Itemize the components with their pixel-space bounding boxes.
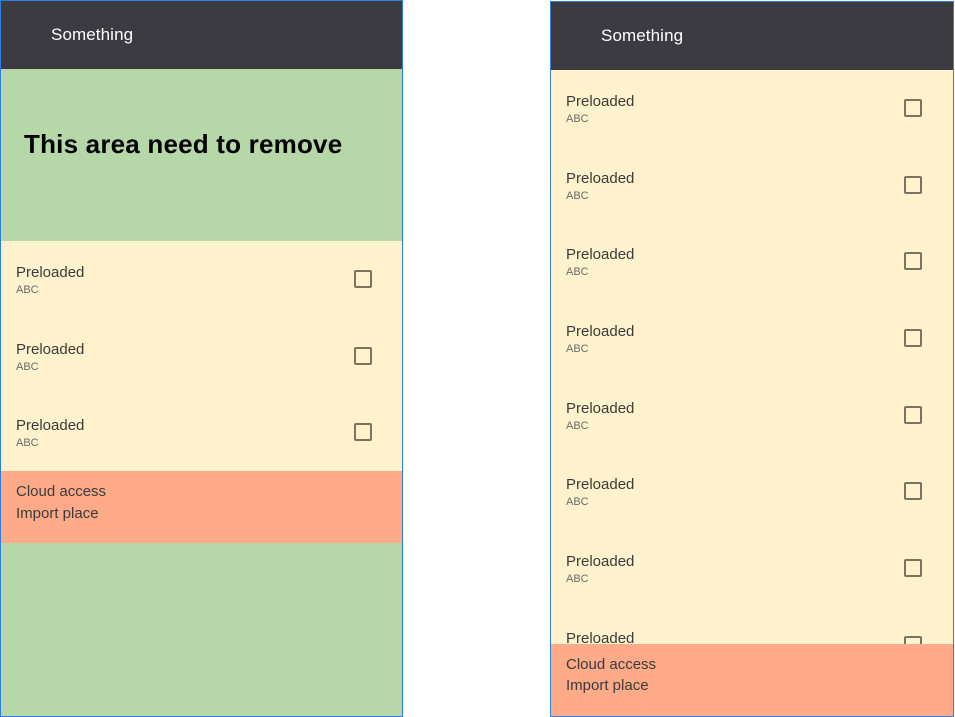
app-bar-title: Something	[601, 26, 684, 45]
header-text: This area need to remove	[24, 129, 343, 159]
preloaded-list: Preloaded ABC Preloaded ABC Preloaded AB…	[1, 241, 402, 471]
checkbox[interactable]	[904, 99, 922, 117]
checkbox[interactable]	[354, 423, 372, 442]
list-item-subtitle: ABC	[16, 437, 39, 450]
list-item[interactable]: Preloaded ABC	[551, 453, 953, 530]
list-item-title: Preloaded	[16, 340, 85, 358]
list-item-subtitle: ABC	[566, 189, 589, 202]
list-item[interactable]: Preloaded ABC	[551, 607, 953, 644]
list-item-title: Preloaded	[566, 246, 635, 264]
app-bar: Something	[1, 1, 402, 69]
header-area: This area need to remove	[1, 69, 402, 241]
import-place-link[interactable]: Import place	[566, 677, 649, 694]
app-bar: Something	[551, 2, 953, 70]
list-item-subtitle: ABC	[566, 266, 589, 279]
checkbox[interactable]	[354, 346, 372, 365]
list-item[interactable]: Preloaded ABC	[1, 241, 402, 318]
list-item-subtitle: ABC	[566, 419, 589, 432]
app-bar-title: Something	[51, 25, 134, 44]
right-screen: Something Preloaded ABC Preloaded ABC Pr…	[550, 1, 954, 717]
checkbox[interactable]	[904, 482, 922, 501]
list-item[interactable]: Preloaded ABC	[551, 300, 953, 377]
list-item[interactable]: Preloaded ABC	[551, 147, 953, 224]
list-item-title: Preloaded	[566, 553, 635, 571]
checkbox[interactable]	[904, 329, 922, 348]
footer-menu: Cloud access Import place	[1, 471, 402, 543]
list-item-subtitle: ABC	[566, 573, 589, 586]
preloaded-list[interactable]: Preloaded ABC Preloaded ABC Preloaded AB…	[551, 70, 953, 644]
list-item-title: Preloaded	[566, 169, 635, 187]
list-item-title: Preloaded	[566, 323, 635, 341]
list-item[interactable]: Preloaded ABC	[1, 394, 402, 471]
list-item[interactable]: Preloaded ABC	[551, 70, 953, 147]
list-item-title: Preloaded	[16, 417, 85, 435]
cloud-access-link[interactable]: Cloud access	[566, 656, 656, 673]
list-item-subtitle: ABC	[566, 496, 589, 509]
list-item-subtitle: ABC	[566, 343, 589, 356]
checkbox[interactable]	[904, 175, 922, 194]
footer-menu: Cloud access Import place	[551, 644, 953, 716]
list-item[interactable]: Preloaded ABC	[551, 530, 953, 607]
list-item[interactable]: Preloaded ABC	[551, 377, 953, 454]
cloud-access-link[interactable]: Cloud access	[16, 483, 106, 500]
list-item-title: Preloaded	[566, 399, 635, 417]
import-place-link[interactable]: Import place	[16, 505, 99, 522]
left-screen: Something This area need to remove Prelo…	[0, 0, 403, 717]
list-item-subtitle: ABC	[566, 113, 589, 125]
checkbox[interactable]	[904, 635, 922, 644]
checkbox[interactable]	[904, 252, 922, 271]
checkbox[interactable]	[354, 270, 372, 288]
checkbox[interactable]	[904, 405, 922, 424]
list-item[interactable]: Preloaded ABC	[1, 318, 402, 395]
list-item-title: Preloaded	[566, 93, 635, 110]
list-item[interactable]: Preloaded ABC	[551, 223, 953, 300]
checkbox[interactable]	[904, 559, 922, 578]
list-item-subtitle: ABC	[16, 284, 39, 296]
list-item-title: Preloaded	[566, 476, 635, 494]
list-item-title: Preloaded	[16, 264, 85, 281]
list-item-subtitle: ABC	[16, 360, 39, 373]
list-item-title: Preloaded	[566, 629, 635, 644]
